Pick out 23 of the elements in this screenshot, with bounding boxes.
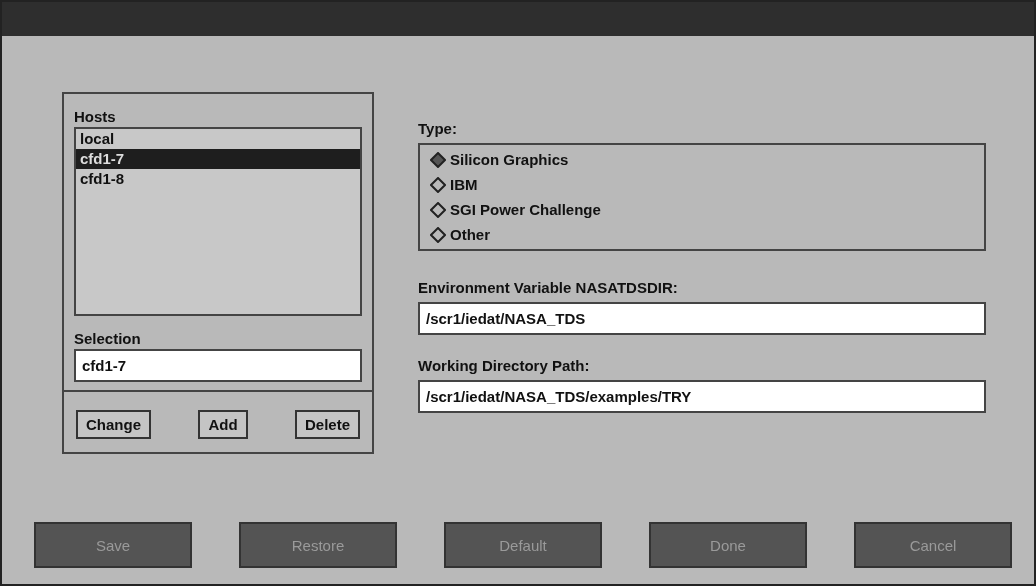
field-label: Environment Variable NASATDSDIR: [418,279,679,296]
host-item[interactable]: cfd1-7 [76,149,360,169]
radio-icon[interactable] [430,176,446,193]
host-item[interactable]: local [76,129,360,149]
hosts-list[interactable]: local cfd1-7 cfd1-8 [74,127,362,316]
host-button[interactable]: Delete [294,410,360,439]
radio-icon[interactable] [430,226,446,243]
radio-icon[interactable] [430,151,446,168]
radio-label[interactable]: Other [450,226,490,243]
radio-label[interactable]: IBM [450,176,478,193]
radio-icon[interactable] [430,201,446,218]
path-field[interactable]: /scr1/iedat/NASA_TDS [418,302,986,335]
type-label: Type: [418,120,458,137]
path-field[interactable]: /scr1/iedat/NASA_TDS/examples/TRY [418,380,986,413]
host-button[interactable]: Change [76,410,151,439]
field-label: Working Directory Path: [418,357,591,374]
radio-label[interactable]: Silicon Graphics [450,151,569,168]
selection-field[interactable]: cfd1-7 [74,349,362,382]
hosts-label: Hosts [74,108,117,125]
host-item[interactable]: cfd1-8 [76,169,360,189]
radio-label[interactable]: SGI Power Challenge [450,201,601,218]
host-button[interactable]: Add [198,410,248,439]
selection-label: Selection [74,330,142,347]
